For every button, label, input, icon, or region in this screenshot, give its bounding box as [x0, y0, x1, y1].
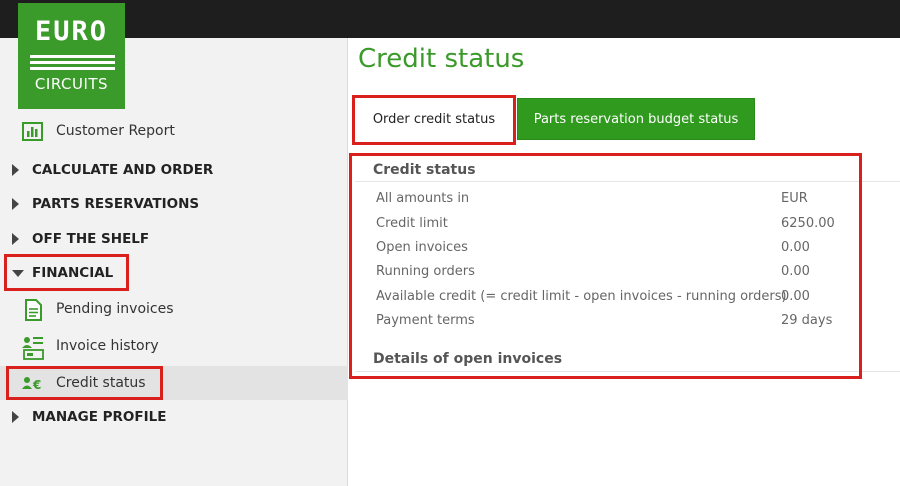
sidebar-item-pending-invoices[interactable]: Pending invoices [0, 292, 348, 326]
sidebar-section-label: OFF THE SHELF [32, 231, 150, 247]
sidebar-item-label: Pending invoices [56, 301, 174, 317]
highlight-box-order-tab [352, 95, 516, 145]
logo-text-bottom: CIRCUITS [34, 75, 109, 93]
highlight-box-financial [4, 254, 129, 291]
sidebar-section-label: MANAGE PROFILE [32, 409, 167, 425]
top-bar [0, 0, 900, 38]
report-chart-icon [21, 120, 45, 144]
sidebar-item-invoice-history[interactable]: Invoice history [0, 329, 348, 363]
invoice-history-icon [21, 335, 45, 360]
logo-text-top: EURO [34, 16, 109, 47]
highlight-box-credit-status [6, 366, 163, 400]
sidebar-section-manage-profile[interactable]: MANAGE PROFILE [0, 405, 348, 431]
eurocircuits-logo[interactable]: EURO CIRCUITS [18, 3, 125, 109]
page-title: Credit status [358, 44, 525, 74]
sidebar-section-label: CALCULATE AND ORDER [32, 162, 214, 178]
sidebar-section-label: PARTS RESERVATIONS [32, 196, 200, 212]
sidebar-section-parts-reservations[interactable]: PARTS RESERVATIONS [0, 192, 348, 218]
logo-lines [30, 55, 115, 75]
highlight-box-credit-panel [349, 153, 862, 379]
chevron-right-icon [12, 411, 19, 423]
sidebar-item-customer-report[interactable]: Customer Report [0, 114, 348, 148]
sidebar-section-calculate-and-order[interactable]: CALCULATE AND ORDER [0, 158, 348, 184]
sidebar-item-label: Invoice history [56, 338, 159, 354]
sidebar-section-off-the-shelf[interactable]: OFF THE SHELF [0, 227, 348, 253]
chevron-right-icon [12, 198, 19, 210]
document-icon [21, 298, 45, 322]
chevron-right-icon [12, 164, 19, 176]
tab-parts-reservation-budget-status[interactable]: Parts reservation budget status [517, 98, 755, 140]
sidebar-item-label: Customer Report [56, 123, 175, 139]
chevron-right-icon [12, 233, 19, 245]
